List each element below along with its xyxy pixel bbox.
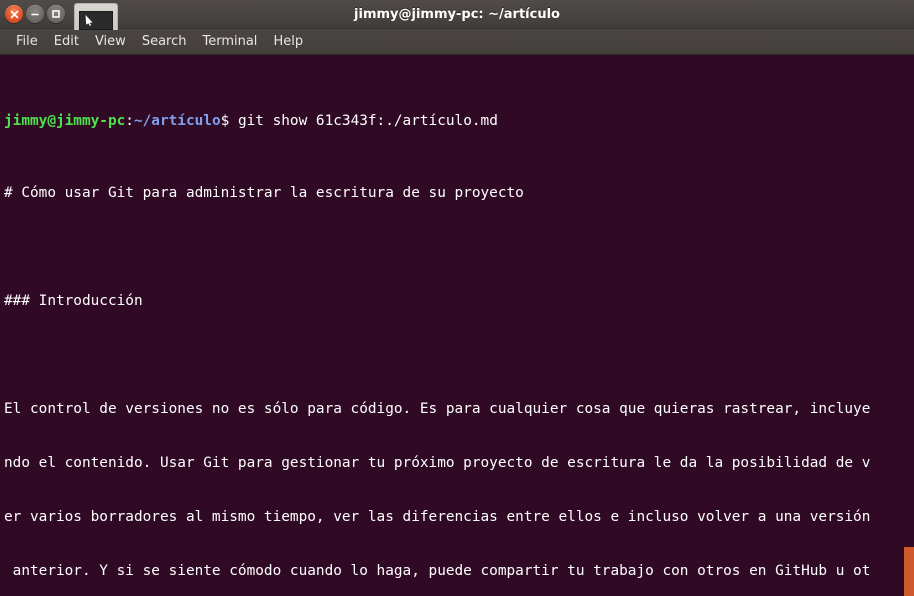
command-text: git show 61c343f:./artículo.md [237,113,498,129]
menu-item-file[interactable]: File [8,32,46,51]
window-title: jimmy@jimmy-pc: ~/artículo [354,6,560,22]
menu-item-edit[interactable]: Edit [46,32,87,51]
maximize-icon [52,10,60,18]
output-line: er varios borradores al mismo tiempo, ve… [4,509,871,525]
terminal-screen: jimmy@jimmy-pc:~/artículo$ git show 61c3… [1,58,914,596]
output-line: ### Introducción [4,293,143,309]
prompt-colon: : [125,113,134,129]
cursor-arrow-icon [85,15,93,26]
command-line: jimmy@jimmy-pc:~/artículo$ git show 61c3… [4,112,914,130]
menu-item-view[interactable]: View [87,32,134,51]
terminal-tab-icon[interactable] [74,2,118,30]
close-icon [10,10,18,18]
output-line: # Cómo usar Git para administrar la escr… [4,185,524,201]
prompt-dollar: $ [220,113,238,129]
maximize-button[interactable] [47,5,65,23]
window-controls [0,5,65,23]
terminal-icon [79,10,113,30]
menu-item-terminal[interactable]: Terminal [194,32,265,51]
terminal-body[interactable]: jimmy@jimmy-pc:~/artículo$ git show 61c3… [0,55,914,596]
output-line: anterior. Y si se siente cómodo cuando l… [4,563,871,579]
titlebar: jimmy@jimmy-pc: ~/artículo [0,0,914,30]
menu-item-search[interactable]: Search [134,32,195,51]
output-line: ndo el contenido. Usar Git para gestiona… [4,455,871,471]
prompt-user: jimmy@jimmy-pc [4,113,126,129]
scrollbar[interactable] [904,547,914,596]
close-button[interactable] [5,5,23,23]
minimize-icon [31,13,39,15]
output-line: El control de versiones no es sólo para … [4,401,871,417]
minimize-button[interactable] [26,5,44,23]
terminal-window: jimmy@jimmy-pc: ~/artículo File Edit Vie… [0,0,914,596]
prompt-path: ~/artículo [133,113,221,129]
menu-item-help[interactable]: Help [265,32,311,51]
menubar: File Edit View Search Terminal Help [0,29,914,55]
